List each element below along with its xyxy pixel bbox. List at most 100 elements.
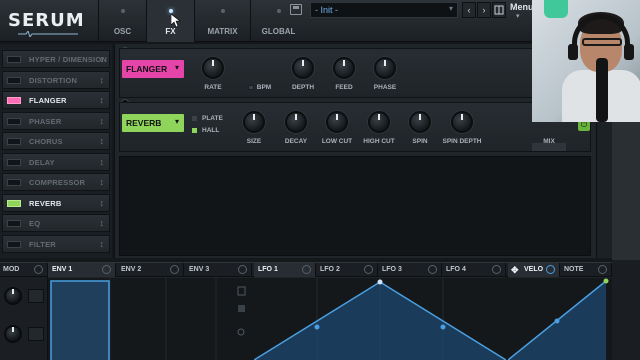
plate-mode-toggle[interactable]	[192, 116, 197, 121]
mod-source-icon[interactable]	[492, 265, 501, 274]
fx-item-reverb[interactable]: REVERB ↕	[2, 193, 110, 212]
browser-toggle-button[interactable]	[492, 2, 506, 18]
mod-knob[interactable]	[4, 287, 22, 305]
env3-tab[interactable]: ENV 3	[184, 263, 252, 277]
reverb-low-cut-knob[interactable]	[326, 111, 348, 133]
lfo2-tab[interactable]: LFO 2	[316, 263, 378, 277]
env2-tab[interactable]: ENV 2	[116, 263, 184, 277]
fx-item-chorus[interactable]: CHORUS ↕	[2, 132, 110, 150]
fx-toggle[interactable]	[7, 179, 21, 186]
tab-osc[interactable]: OSC	[98, 0, 146, 42]
fx-item-flanger[interactable]: FLANGER ↕	[2, 91, 110, 109]
flanger-feed-label: FEED	[335, 84, 353, 91]
fx-toggle[interactable]	[7, 240, 21, 248]
reverb-spin-knob[interactable]	[409, 111, 431, 133]
reverb-spin-depth-knob[interactable]	[451, 111, 473, 133]
drag-handle-icon[interactable]: ↕	[100, 239, 105, 249]
flanger-feed-knob[interactable]	[333, 57, 355, 79]
mod-source-icon[interactable]	[102, 265, 111, 274]
mod-slot[interactable]	[28, 327, 44, 341]
drag-handle-icon[interactable]: ↕	[100, 198, 105, 208]
headphone-cup	[624, 44, 634, 60]
plant-shape	[544, 0, 568, 18]
drag-handle-icon[interactable]: ↕	[100, 177, 105, 187]
env1-label: ENV 1	[52, 266, 73, 273]
lfo2-label: LFO 2	[320, 266, 340, 273]
flanger-panel: FLANGER ▾ RATE BPM DEPTH FEED PHASE	[119, 48, 591, 98]
flanger-phase-knob[interactable]	[374, 57, 396, 79]
mod-knob[interactable]	[4, 325, 22, 343]
next-preset-button[interactable]: ›	[477, 2, 491, 18]
reverb-type-selector[interactable]: REVERB ▾	[122, 114, 184, 132]
tab-matrix[interactable]: MATRIX	[194, 0, 250, 42]
velocity-curve	[508, 277, 612, 360]
menu-button[interactable]: Menu	[510, 2, 534, 12]
fx-item-hyper-dimension[interactable]: HYPER / DIMENSION ↕	[2, 50, 110, 68]
mod-tab[interactable]: MOD	[0, 263, 48, 277]
fx-toggle[interactable]	[7, 158, 21, 166]
reverb-size-knob[interactable]	[243, 111, 265, 133]
tab-fx[interactable]: FX	[146, 0, 194, 42]
mod-source-icon[interactable]	[34, 265, 43, 274]
flanger-depth-label: DEPTH	[291, 84, 315, 91]
mod-source-icon[interactable]	[302, 265, 311, 274]
fx-item-phaser[interactable]: PHASER ↕	[2, 111, 110, 130]
fx-toggle[interactable]	[7, 138, 21, 145]
fx-item-compressor[interactable]: COMPRESSOR ↕	[2, 173, 110, 191]
mod-source-icon[interactable]	[428, 265, 437, 274]
chevron-down-icon: ▾	[174, 63, 179, 72]
env1-tab[interactable]: ENV 1	[48, 263, 116, 277]
lfo1-label: LFO 1	[258, 266, 278, 273]
envelope-curve	[48, 277, 252, 360]
flanger-phase-label: PHASE	[373, 84, 397, 91]
mod-source-icon[interactable]	[364, 265, 373, 274]
hall-mode-toggle[interactable]	[192, 128, 197, 133]
fx-item-distortion[interactable]: DISTORTION ↕	[2, 70, 110, 89]
note-tab[interactable]: NOTE	[560, 263, 612, 277]
drag-handle-icon[interactable]: ↕	[100, 75, 105, 85]
serum-window: SERUM OSC FX MATRIX GLOBAL - Init - ▾ ‹ …	[0, 0, 640, 360]
tab-fx-label: FX	[165, 27, 176, 36]
fx-item-delay[interactable]: DELAY ↕	[2, 152, 110, 171]
mod-source-icon[interactable]	[238, 265, 247, 274]
prev-preset-button[interactable]: ‹	[462, 2, 476, 18]
lfo1-tab[interactable]: LFO 1	[254, 263, 316, 277]
reverb-high-cut-knob[interactable]	[368, 111, 390, 133]
move-icon[interactable]: ✥	[511, 263, 519, 277]
fx-toggle[interactable]	[7, 56, 21, 63]
lfo3-tab[interactable]: LFO 3	[378, 263, 442, 277]
drag-handle-icon[interactable]: ↕	[100, 54, 105, 64]
fx-item-eq[interactable]: EQ ↕	[2, 214, 110, 232]
tab-matrix-label: MATRIX	[207, 27, 238, 36]
drag-handle-icon[interactable]: ↕	[100, 157, 105, 167]
mod-source-icon[interactable]	[598, 265, 607, 274]
webcam-overlay	[532, 0, 640, 122]
lfo4-tab[interactable]: LFO 4	[442, 263, 506, 277]
fx-toggle[interactable]	[7, 117, 21, 125]
velocity-graph[interactable]	[508, 277, 612, 360]
drag-handle-icon[interactable]: ↕	[100, 218, 105, 228]
flanger-rate-knob[interactable]	[202, 57, 224, 79]
mod-slot[interactable]	[28, 289, 44, 303]
mod-source-icon[interactable]	[170, 265, 179, 274]
lfo-graph[interactable]	[254, 277, 506, 360]
drag-handle-icon[interactable]: ↕	[100, 95, 105, 105]
velo-tab[interactable]: ✥ VELO	[508, 263, 560, 277]
save-preset-icon[interactable]	[290, 4, 302, 15]
modulation-tab-bar: MOD ENV 1 ENV 2 ENV 3 LFO 1 LFO 2 LFO 3 …	[0, 262, 612, 277]
tab-led	[220, 9, 225, 13]
flanger-type-selector[interactable]: FLANGER ▾	[122, 60, 184, 78]
drag-handle-icon[interactable]: ↕	[100, 136, 105, 146]
fx-toggle[interactable]	[7, 199, 21, 207]
reverb-decay-knob[interactable]	[285, 111, 307, 133]
fx-item-filter[interactable]: FILTER ↕	[2, 234, 110, 253]
flanger-depth-knob[interactable]	[292, 57, 314, 79]
preset-selector[interactable]: - Init - ▾	[310, 2, 458, 18]
envelope-graph[interactable]	[48, 277, 252, 360]
fx-toggle[interactable]	[7, 220, 21, 227]
mod-source-icon[interactable]	[546, 265, 555, 274]
drag-handle-icon[interactable]: ↕	[100, 116, 105, 126]
fx-toggle[interactable]	[7, 97, 21, 104]
fx-toggle[interactable]	[7, 76, 21, 84]
reverb-size-label: SIZE	[246, 138, 262, 145]
